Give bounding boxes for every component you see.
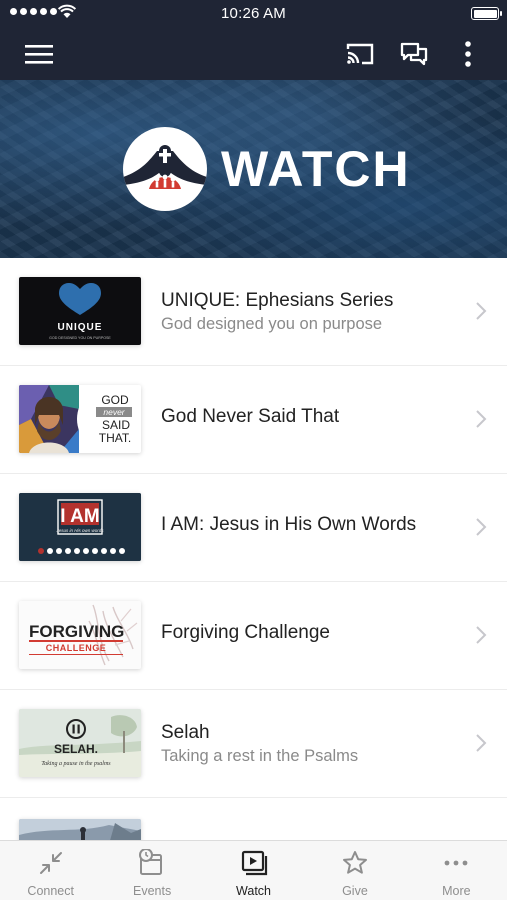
church-logo xyxy=(123,127,207,211)
tab-events[interactable]: Events xyxy=(101,841,202,900)
thumb-caption: Jesus in His own words xyxy=(55,528,104,533)
series-title: Selah xyxy=(161,722,210,743)
tab-label: Connect xyxy=(27,884,74,898)
status-bar: 10:26 AM xyxy=(0,0,507,28)
hero-title: WATCH xyxy=(221,141,411,197)
chevron-right-icon xyxy=(476,518,487,536)
tab-more[interactable]: More xyxy=(406,841,507,900)
thumb-caption: Taking a pause in the psalms xyxy=(41,761,111,767)
series-subtitle: Taking a rest in the Psalms xyxy=(161,747,359,765)
thumb-caption: CHALLENGE xyxy=(46,643,107,653)
tab-label: More xyxy=(442,884,471,898)
thumb-text: SELAH. xyxy=(54,742,98,756)
cast-icon xyxy=(346,43,374,65)
thumb-line-3: SAID xyxy=(102,418,130,432)
tab-label: Watch xyxy=(236,884,271,898)
thumbnail-unique: UNIQUE GOD DESIGNED YOU ON PURPOSE xyxy=(19,277,141,345)
menu-button[interactable] xyxy=(19,34,59,74)
thumbnail-i-am: I AM Jesus in His own words xyxy=(19,493,141,561)
thumb-caption: GOD DESIGNED YOU ON PURPOSE xyxy=(49,336,111,340)
series-title: UNIQUE: Ephesians Series xyxy=(161,290,394,311)
overflow-menu-button[interactable] xyxy=(448,34,488,74)
tab-label: Events xyxy=(133,884,172,898)
thumb-line-1: GOD xyxy=(101,393,129,407)
more-horizontal-icon xyxy=(444,860,468,866)
bottom-tab-bar: Connect Events Watch Give More xyxy=(0,840,507,900)
series-list: UNIQUE GOD DESIGNED YOU ON PURPOSE UNIQU… xyxy=(0,258,507,844)
chevron-right-icon xyxy=(476,626,487,644)
series-subtitle: God designed you on purpose xyxy=(161,315,383,333)
series-title: Forgiving Challenge xyxy=(161,622,330,643)
thumb-line-2: never xyxy=(103,407,125,417)
chevron-right-icon xyxy=(476,734,487,752)
chevron-right-icon xyxy=(476,410,487,428)
tab-connect[interactable]: Connect xyxy=(0,841,101,900)
list-item-selah[interactable]: SELAH. Taking a pause in the psalms Sela… xyxy=(0,690,507,798)
events-icon xyxy=(139,849,163,875)
list-item-i-am[interactable]: I AM Jesus in His own words I AM: Jesus … xyxy=(0,474,507,582)
thumb-text: I AM xyxy=(60,506,99,527)
thumb-text: FORGIVING xyxy=(29,622,124,641)
tab-watch[interactable]: Watch xyxy=(203,841,304,900)
list-item-unique[interactable]: UNIQUE GOD DESIGNED YOU ON PURPOSE UNIQU… xyxy=(0,258,507,366)
series-title: I AM: Jesus in His Own Words xyxy=(161,514,417,535)
app-bar xyxy=(0,28,507,80)
thumbnail-god-never-said-that: GOD never SAID THAT. xyxy=(19,385,141,453)
thumbnail-selah: SELAH. Taking a pause in the psalms xyxy=(19,709,141,777)
cast-button[interactable] xyxy=(340,34,380,74)
more-vertical-icon xyxy=(465,41,471,67)
list-item-forgiving-challenge[interactable]: FORGIVING CHALLENGE Forgiving Challenge xyxy=(0,582,507,690)
chevron-right-icon xyxy=(476,302,487,320)
tab-give[interactable]: Give xyxy=(304,841,405,900)
star-icon xyxy=(342,851,367,874)
chat-button[interactable] xyxy=(394,34,434,74)
thumb-line-4: THAT. xyxy=(99,431,131,445)
status-time: 10:26 AM xyxy=(221,5,286,22)
list-item-partial[interactable] xyxy=(0,798,507,844)
watch-hero-banner: WATCH xyxy=(0,80,507,258)
connect-icon xyxy=(39,852,62,874)
tab-label: Give xyxy=(342,884,368,898)
thumb-text: UNIQUE xyxy=(58,322,103,333)
menu-icon xyxy=(25,45,53,64)
battery-icon xyxy=(471,7,502,20)
chat-icon xyxy=(400,42,428,66)
watch-icon xyxy=(241,850,267,876)
thumbnail-forgiving-challenge: FORGIVING CHALLENGE xyxy=(19,601,141,669)
series-title: God Never Said That xyxy=(161,406,340,427)
list-item-god-never-said-that[interactable]: GOD never SAID THAT. God Never Said That xyxy=(0,366,507,474)
